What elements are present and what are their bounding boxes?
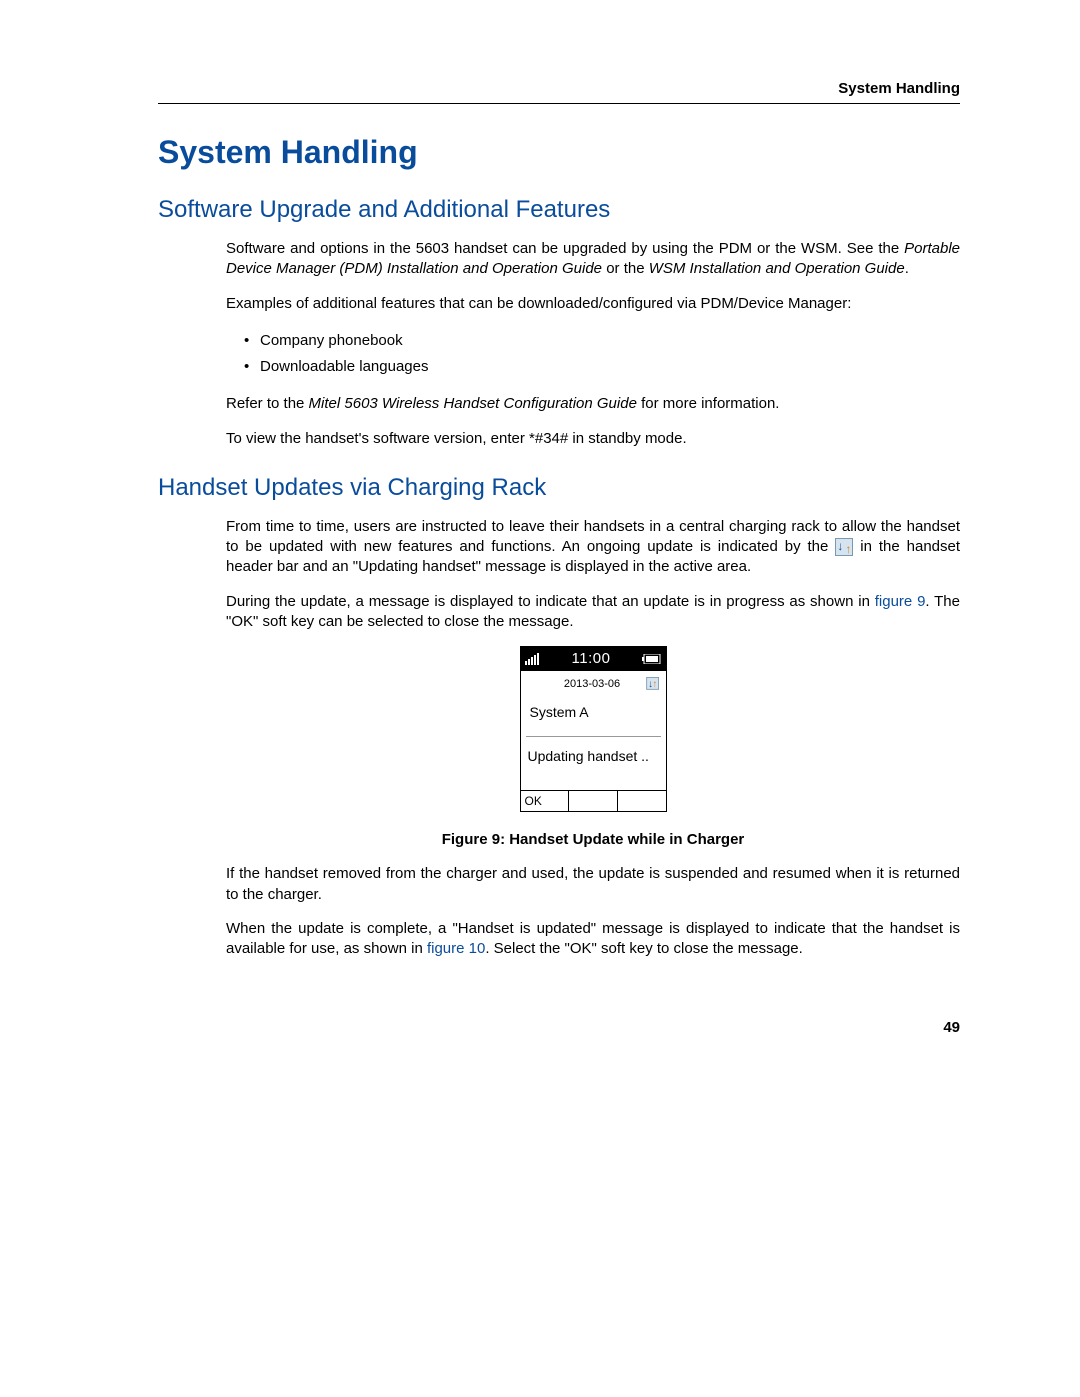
section-1-body: Software and options in the 5603 handset… xyxy=(226,239,960,449)
text: Refer to the xyxy=(226,395,309,412)
list-item: Company phonebook xyxy=(244,328,960,354)
figure-reference[interactable]: figure 10 xyxy=(427,940,485,957)
handset-status-bar: 11:00 xyxy=(521,647,666,671)
softkey-middle[interactable] xyxy=(568,791,617,811)
softkey-ok[interactable]: OK xyxy=(521,791,569,811)
signal-icon xyxy=(525,653,541,665)
handset-softkeys: OK xyxy=(521,790,666,811)
handset-date: 2013-03-06 xyxy=(564,677,620,692)
paragraph: To view the handset's software version, … xyxy=(226,429,960,449)
paragraph: If the handset removed from the charger … xyxy=(226,864,960,905)
paragraph: Examples of additional features that can… xyxy=(226,294,960,314)
text: for more information. xyxy=(637,395,780,412)
sync-icon: ↓↑ xyxy=(835,538,853,556)
paragraph: Refer to the Mitel 5603 Wireless Handset… xyxy=(226,394,960,414)
running-header: System Handling xyxy=(158,80,960,104)
section-2-body: From time to time, users are instructed … xyxy=(226,517,960,960)
feature-list: Company phonebook Downloadable languages xyxy=(244,328,960,381)
handset-time: 11:00 xyxy=(572,649,611,669)
list-item: Downloadable languages xyxy=(244,354,960,380)
figure-reference[interactable]: figure 9 xyxy=(875,593,926,610)
figure-caption: Figure 9: Handset Update while in Charge… xyxy=(226,830,960,850)
softkey-right[interactable] xyxy=(617,791,666,811)
page-number: 49 xyxy=(158,1019,960,1036)
text: During the update, a message is displaye… xyxy=(226,593,875,610)
handset-body: 2013-03-06 ↓↑ System A Updating handset … xyxy=(521,671,666,790)
paragraph: From time to time, users are instructed … xyxy=(226,517,960,578)
section-heading-2: Handset Updates via Charging Rack xyxy=(158,474,960,502)
battery-icon xyxy=(642,654,662,664)
handset-update-message: Updating handset .. xyxy=(526,736,661,790)
paragraph: When the update is complete, a "Handset … xyxy=(226,919,960,960)
text: or the xyxy=(602,260,649,277)
doc-reference: Mitel 5603 Wireless Handset Configuratio… xyxy=(309,395,637,412)
sync-icon: ↓↑ xyxy=(646,677,659,690)
text: . Select the "OK" soft key to close the … xyxy=(485,940,802,957)
handset-figure: 11:00 2013-03-06 ↓↑ System A Updating ha… xyxy=(520,646,667,812)
doc-reference: WSM Installation and Operation Guide xyxy=(649,260,905,277)
handset-system-name: System A xyxy=(526,693,661,736)
handset-date-row: 2013-03-06 ↓↑ xyxy=(526,676,661,693)
paragraph: Software and options in the 5603 handset… xyxy=(226,239,960,280)
text: Software and options in the 5603 handset… xyxy=(226,240,904,257)
text: . xyxy=(905,260,909,277)
section-heading-1: Software Upgrade and Additional Features xyxy=(158,196,960,224)
page-title: System Handling xyxy=(158,134,960,171)
document-page: System Handling System Handling Software… xyxy=(0,0,1080,1096)
paragraph: During the update, a message is displaye… xyxy=(226,592,960,633)
